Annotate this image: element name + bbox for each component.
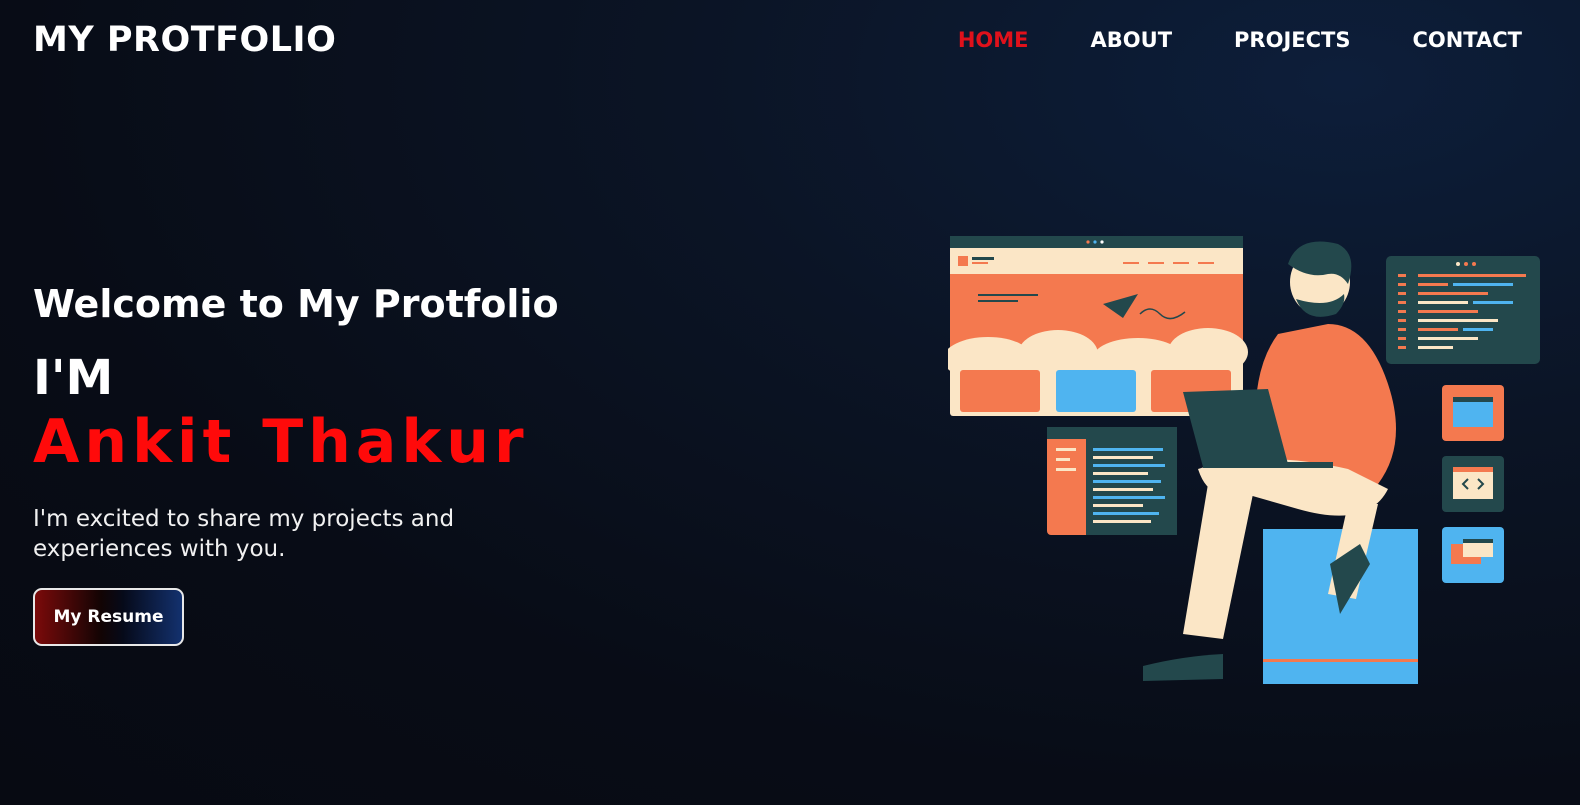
code-editor-graphic bbox=[1386, 256, 1540, 364]
developer-at-laptop-illustration bbox=[948, 236, 1540, 684]
intro-text: I'M bbox=[33, 350, 114, 406]
nav-about-link[interactable]: ABOUT bbox=[1091, 25, 1173, 55]
website-window-graphic bbox=[948, 236, 1248, 416]
tagline-text: I'm excited to share my projects and exp… bbox=[33, 506, 455, 562]
nav-home-link[interactable]: HOME bbox=[958, 25, 1029, 55]
code-brackets-card-graphic bbox=[1442, 456, 1504, 512]
nav-contact-link[interactable]: CONTACT bbox=[1412, 25, 1522, 55]
resume-button[interactable]: My Resume bbox=[33, 588, 184, 646]
code-window-graphic bbox=[1047, 427, 1177, 535]
welcome-heading: Welcome to My Protfolio bbox=[33, 282, 559, 326]
layout-card-graphic bbox=[1442, 527, 1504, 583]
site-logo[interactable]: MY PROTFOLIO bbox=[33, 18, 336, 62]
hero-section: Welcome to My Protfolio I'M Ankit Thakur… bbox=[33, 280, 593, 646]
nav-projects-link[interactable]: PROJECTS bbox=[1234, 25, 1350, 55]
terminal-card-graphic bbox=[1442, 385, 1504, 441]
name-heading: Ankit Thakur bbox=[33, 407, 529, 477]
main-nav: HOME ABOUT PROJECTS CONTACT bbox=[958, 25, 1522, 55]
